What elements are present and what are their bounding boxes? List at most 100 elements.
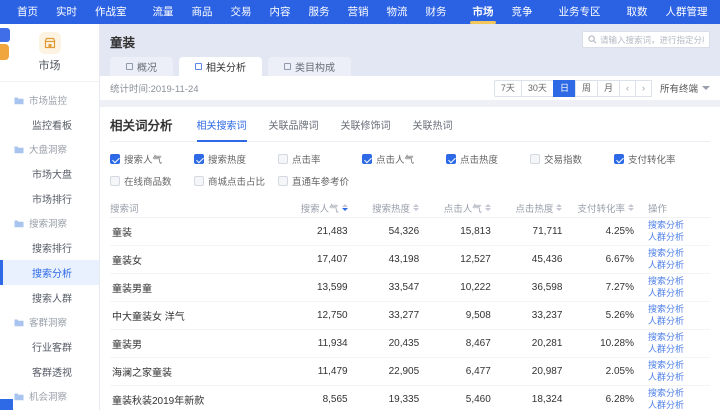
nav-item-warroom[interactable]: 作战室	[86, 0, 136, 24]
nav-item-service[interactable]: 服务	[300, 0, 339, 24]
metric-search-heat[interactable]: 搜索热度	[194, 152, 278, 166]
audience-analysis-link[interactable]: 人群分析	[648, 232, 710, 244]
nav-item-data-fetch[interactable]: 取数	[618, 0, 657, 24]
audience-analysis-link[interactable]: 人群分析	[648, 260, 710, 272]
checkbox-checked-icon[interactable]	[614, 154, 624, 164]
checkbox-checked-icon[interactable]	[446, 154, 456, 164]
tab-related-hot-words[interactable]: 关联热词	[413, 117, 453, 134]
folder-icon	[14, 96, 24, 105]
checkbox-checked-icon[interactable]	[194, 154, 204, 164]
search-analysis-link[interactable]: 搜索分析	[648, 220, 710, 232]
metric-online-items[interactable]: 在线商品数	[110, 174, 194, 188]
nav-item-market[interactable]: 市场	[464, 0, 503, 24]
nav-item-business-zone[interactable]: 业务专区	[550, 0, 610, 24]
audience-analysis-link[interactable]: 人群分析	[648, 400, 710, 410]
value-cell: 20,281	[495, 338, 567, 349]
nav-item-trade[interactable]: 交易	[222, 0, 261, 24]
search-analysis-link[interactable]: 搜索分析	[648, 248, 710, 260]
metric-trade-index[interactable]: 交易指数	[530, 152, 614, 166]
search-analysis-link[interactable]: 搜索分析	[648, 332, 710, 344]
tab-overview[interactable]: 概况	[110, 57, 173, 76]
sort-desc-icon[interactable]	[342, 204, 348, 211]
audience-analysis-link[interactable]: 人群分析	[648, 344, 710, 356]
sidebar-item-industry-audience[interactable]: 行业客群	[0, 334, 99, 359]
nav-item-audience-mgmt[interactable]: 人群管理	[657, 0, 717, 24]
sidebar-item-market-overview[interactable]: 市场大盘	[0, 161, 99, 186]
floating-widget[interactable]	[0, 399, 13, 410]
metric-ztc-ref-price[interactable]: 直通车参考价	[278, 174, 362, 188]
range-30d-button[interactable]: 30天	[521, 80, 554, 97]
search-input[interactable]	[600, 35, 704, 45]
metric-click-rate[interactable]: 点击率	[278, 152, 362, 166]
audience-analysis-link[interactable]: 人群分析	[648, 316, 710, 328]
audience-analysis-link[interactable]: 人群分析	[648, 372, 710, 384]
checkbox-checked-icon[interactable]	[110, 154, 120, 164]
tab-category-composition[interactable]: 类目构成	[268, 57, 351, 76]
prev-date-button[interactable]: ‹	[619, 80, 636, 97]
search-analysis-link[interactable]: 搜索分析	[648, 360, 710, 372]
tab-related-modifier-words[interactable]: 关联修饰词	[341, 117, 391, 134]
sidebar-item-monitor-board[interactable]: 监控看板	[0, 112, 99, 137]
next-date-button[interactable]: ›	[635, 80, 652, 97]
range-7d-button[interactable]: 7天	[494, 80, 522, 97]
tab-related-analysis[interactable]: 相关分析	[179, 57, 262, 76]
audience-analysis-link[interactable]: 人群分析	[648, 288, 710, 300]
value-cell: 7.27%	[566, 282, 638, 293]
metric-search-popularity[interactable]: 搜索人气	[110, 152, 194, 166]
checkbox-unchecked-icon[interactable]	[110, 176, 120, 186]
nav-item-home[interactable]: 首页	[8, 0, 47, 24]
col-click-popularity[interactable]: 点击人气	[423, 201, 495, 215]
keyword-cell: 童装男童	[110, 280, 280, 295]
sort-icon[interactable]	[413, 204, 419, 211]
sidebar-item-market-ranking[interactable]: 市场排行	[0, 186, 99, 211]
col-search-popularity[interactable]: 搜索人气	[280, 201, 352, 215]
value-cell: 21,483	[280, 226, 352, 237]
sort-icon[interactable]	[628, 204, 634, 211]
checkbox-unchecked-icon[interactable]	[278, 154, 288, 164]
collapsed-tag[interactable]	[0, 44, 9, 60]
col-click-heat[interactable]: 点击热度	[495, 201, 567, 215]
metric-pay-conversion[interactable]: 支付转化率	[614, 152, 698, 166]
metric-click-heat[interactable]: 点击热度	[446, 152, 530, 166]
checkbox-unchecked-icon[interactable]	[194, 176, 204, 186]
search-icon	[588, 35, 597, 44]
search-analysis-link[interactable]: 搜索分析	[648, 304, 710, 316]
tab-related-search-words[interactable]: 相关搜索词	[197, 117, 247, 134]
metric-label: 点击人气	[376, 152, 414, 166]
metric-mall-click-share[interactable]: 商城点击占比	[194, 174, 278, 188]
value-cell: 17,407	[280, 254, 352, 265]
nav-item-goods[interactable]: 商品	[183, 0, 222, 24]
sort-icon[interactable]	[556, 204, 562, 211]
nav-item-content[interactable]: 内容	[261, 0, 300, 24]
value-cell: 10.28%	[566, 338, 638, 349]
nav-item-academy[interactable]: 学院	[717, 0, 720, 24]
search-analysis-link[interactable]: 搜索分析	[648, 276, 710, 288]
metric-click-popularity[interactable]: 点击人气	[362, 152, 446, 166]
nav-item-finance[interactable]: 财务	[417, 0, 456, 24]
col-search-heat[interactable]: 搜索热度	[352, 201, 424, 215]
nav-item-traffic[interactable]: 流量	[144, 0, 183, 24]
checkbox-unchecked-icon[interactable]	[278, 176, 288, 186]
checkbox-unchecked-icon[interactable]	[530, 154, 540, 164]
checkbox-checked-icon[interactable]	[362, 154, 372, 164]
sidebar-item-search-analysis[interactable]: 搜索分析	[0, 260, 99, 285]
value-cell: 36,598	[495, 282, 567, 293]
sidebar-item-audience-perspective[interactable]: 客群透视	[0, 359, 99, 384]
nav-item-logistics[interactable]: 物流	[378, 0, 417, 24]
keyword-search-box[interactable]	[582, 31, 710, 48]
terminal-filter-dropdown[interactable]: 所有终端	[660, 81, 710, 95]
nav-item-competition[interactable]: 竞争	[503, 0, 542, 24]
module-label: 市场	[0, 57, 99, 73]
keyword-cell: 童装女	[110, 252, 280, 267]
search-analysis-link[interactable]: 搜索分析	[648, 388, 710, 400]
sidebar-item-search-ranking[interactable]: 搜索排行	[0, 235, 99, 260]
range-day-button[interactable]: 日	[553, 80, 576, 97]
col-pay-conversion[interactable]: 支付转化率	[566, 201, 638, 215]
nav-item-realtime[interactable]: 实时	[47, 0, 86, 24]
sidebar-item-search-audience[interactable]: 搜索人群	[0, 285, 99, 310]
tab-related-brand-words[interactable]: 关联品牌词	[269, 117, 319, 134]
sort-icon[interactable]	[485, 204, 491, 211]
range-week-button[interactable]: 周	[575, 80, 598, 97]
nav-item-marketing[interactable]: 营销	[339, 0, 378, 24]
range-month-button[interactable]: 月	[597, 80, 620, 97]
